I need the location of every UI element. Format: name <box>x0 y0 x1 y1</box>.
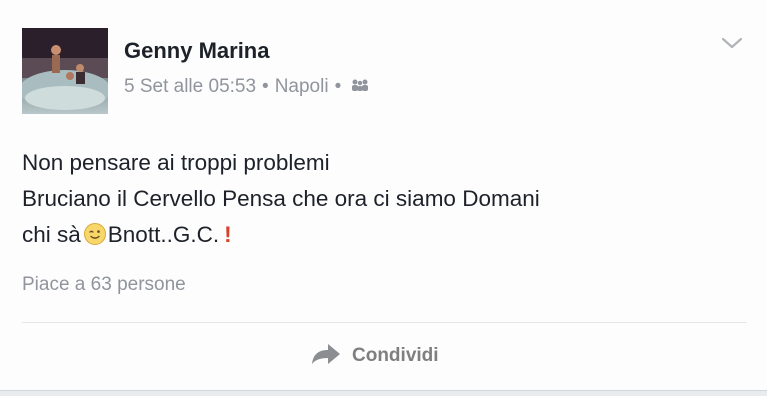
profile-avatar[interactable] <box>22 28 108 114</box>
friends-icon[interactable] <box>349 76 371 98</box>
share-icon <box>310 342 342 371</box>
post-text-line: chi sà Bnott..G.C.! <box>22 217 742 257</box>
likes-count[interactable]: Piace a 63 persone <box>22 274 186 296</box>
chevron-down-icon[interactable] <box>718 30 746 54</box>
post-timestamp[interactable]: 5 Set alle 05:53 <box>124 76 256 98</box>
avatar-photo <box>22 28 108 110</box>
post-meta: 5 Set alle 05:53 • Napoli • <box>124 76 371 98</box>
post-message: Non pensare ai troppi problemi Bruciano … <box>22 145 742 257</box>
author-name[interactable]: Genny Marina <box>124 38 269 64</box>
share-label: Condividi <box>352 345 439 366</box>
wink-emoji <box>83 221 107 257</box>
post-card: Genny Marina 5 Set alle 05:53 • Napoli •… <box>0 0 767 391</box>
post-text-line: Bruciano il Cervello Pensa che ora ci si… <box>22 186 540 211</box>
exclamation-mark: ! <box>224 222 232 247</box>
post-location[interactable]: Napoli <box>275 76 329 98</box>
post-text-fragment: Bnott..G.C. <box>107 222 220 247</box>
meta-separator: • <box>334 76 342 97</box>
share-button[interactable]: Condividi <box>310 338 439 374</box>
post-text-line: Non pensare ai troppi problemi <box>22 150 330 175</box>
meta-separator: • <box>262 76 269 97</box>
post-text-fragment: chi sà <box>22 222 81 247</box>
action-divider <box>22 322 747 323</box>
